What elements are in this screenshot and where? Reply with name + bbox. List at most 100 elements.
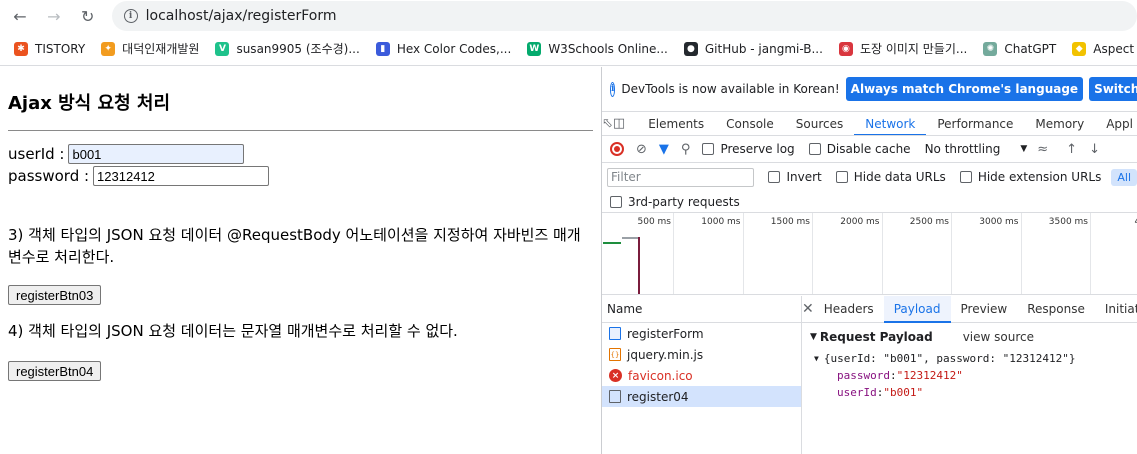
timeline-tick-label: 1500 ms: [770, 217, 810, 227]
bookmark-item[interactable]: ✱ TISTORY: [14, 41, 85, 56]
preserve-log-label: Preserve log: [720, 142, 795, 156]
record-icon[interactable]: [610, 142, 624, 156]
bookmark-item[interactable]: W W3Schools Online...: [527, 41, 668, 56]
devtools-tab[interactable]: Network: [854, 112, 927, 135]
register-btn-04[interactable]: registerBtn04: [8, 361, 102, 381]
bookmark-favicon-icon: ✦: [101, 41, 116, 56]
payload-title: Request Payload: [819, 330, 933, 344]
search-icon[interactable]: ⚲: [681, 142, 691, 157]
request-items: registerForm {} jquery.min.js × favicon.ico r…: [602, 323, 801, 407]
disable-cache-checkbox[interactable]: Disable cache: [808, 142, 911, 156]
password-input[interactable]: [93, 166, 270, 186]
register-btn-03[interactable]: registerBtn03: [8, 285, 102, 305]
payload-field: password: "12312412": [810, 367, 1137, 384]
filter-row: Filter Invert Hide data URLs Hide extens…: [602, 163, 1137, 191]
request-list: Name registerForm {} jquery.min.js × favicon…: [602, 296, 802, 454]
bookmark-label: susan9905 (조수경)...: [236, 42, 360, 56]
wifi-icon[interactable]: ≈: [1037, 142, 1048, 157]
timeline-tick: 3000 ms: [979, 213, 1022, 294]
timeline-marker: [638, 237, 640, 294]
invert-checkbox[interactable]: Invert: [768, 170, 822, 184]
forward-icon[interactable]: →: [40, 2, 68, 30]
devtools-tab[interactable]: Appl: [1095, 112, 1137, 135]
network-timeline: 500 ms 1000 ms 1500 ms 2000 ms 2500 ms 3000 m…: [602, 213, 1137, 295]
userid-input[interactable]: [68, 144, 245, 164]
payload-key: password: [837, 369, 890, 382]
name-column-header[interactable]: Name: [602, 296, 801, 323]
match-language-button[interactable]: Always match Chrome's language: [845, 77, 1084, 101]
detail-tab[interactable]: Payload: [883, 296, 951, 323]
filter-input[interactable]: Filter: [607, 167, 755, 187]
bookmark-label: ChatGPT: [1004, 41, 1057, 56]
close-icon[interactable]: ✕: [802, 301, 814, 317]
bookmark-label: W3Schools Online...: [548, 41, 668, 56]
inspect-icon[interactable]: ⬁: [602, 116, 613, 131]
detail-tab[interactable]: Response: [1017, 296, 1095, 323]
bookmark-favicon-icon: ▮: [375, 41, 390, 56]
throttling-select[interactable]: No throttling ▼: [925, 142, 1028, 156]
bookmarks-bar: ✱ TISTORY ✦ 대덕인재개발원 Vsusan9905 (조수경)... ▮ Hex …: [0, 32, 1137, 66]
payload-value: "b001": [883, 386, 924, 399]
document-icon: [609, 390, 621, 403]
devtools-tab[interactable]: Performance: [926, 112, 1024, 135]
devtools-tab[interactable]: Memory: [1024, 112, 1095, 135]
detail-tab-list: HeadersPayloadPreviewResponseInitiator: [814, 296, 1137, 323]
url-text: localhost/ajax/registerForm: [145, 8, 337, 24]
hide-ext-urls-checkbox[interactable]: Hide extension URLs: [959, 170, 1101, 184]
checkbox-icon: [702, 143, 715, 155]
payload-header[interactable]: ▼ Request Payload view source: [810, 330, 1137, 344]
userid-row: userId :: [8, 144, 245, 164]
third-party-label: 3rd-party requests: [628, 194, 740, 209]
bookmark-item[interactable]: ✦ 대덕인재개발원: [101, 40, 199, 57]
browser-toolbar: ← → ↻ i localhost/ajax/registerForm: [0, 0, 1137, 32]
payload-fields: password: "12312412" userId: "b001": [810, 367, 1137, 401]
detail-tab[interactable]: Initiator: [1095, 296, 1137, 323]
address-bar[interactable]: i localhost/ajax/registerForm: [111, 1, 1137, 31]
bookmark-item[interactable]: Vsusan9905 (조수경)...: [215, 40, 360, 57]
timeline-tick-label: 3500 ms: [1048, 217, 1088, 227]
disable-cache-label: Disable cache: [826, 142, 911, 156]
request-name: registerForm: [627, 326, 704, 341]
network-lower: Name registerForm {} jquery.min.js × favicon…: [602, 296, 1137, 454]
bookmark-item[interactable]: ◉ 도장 이미지 만들기...: [838, 40, 967, 57]
bookmark-item[interactable]: ◆ Aspect Ra: [1072, 41, 1137, 56]
back-icon[interactable]: ←: [6, 2, 34, 30]
third-party-checkbox[interactable]: 3rd-party requests: [610, 195, 740, 209]
request-row[interactable]: register04: [602, 386, 801, 407]
device-toggle-icon[interactable]: ◫: [613, 116, 625, 131]
bookmark-label: GitHub - jangmi-B...: [704, 41, 823, 56]
filter-icon[interactable]: ▼: [659, 142, 669, 157]
preserve-log-checkbox[interactable]: Preserve log: [702, 142, 795, 156]
document-icon: [609, 327, 621, 340]
request-row[interactable]: registerForm: [602, 323, 801, 344]
request-row[interactable]: {} jquery.min.js: [602, 344, 801, 365]
filter-all-button[interactable]: All: [1111, 168, 1137, 186]
clear-icon[interactable]: ⊘: [636, 142, 647, 157]
upload-icon[interactable]: ↑: [1066, 142, 1077, 157]
reload-icon[interactable]: ↻: [74, 2, 102, 30]
bookmark-item[interactable]: ▮ Hex Color Codes,...: [375, 41, 511, 56]
password-label: password :: [8, 167, 90, 185]
payload-section: ▼ Request Payload view source ▼ {userId:…: [802, 323, 1137, 401]
detail-tab[interactable]: Preview: [951, 296, 1018, 323]
hide-data-urls-checkbox[interactable]: Hide data URLs: [835, 170, 946, 184]
info-icon[interactable]: i: [123, 9, 138, 23]
payload-field: userId: "b001": [810, 384, 1137, 401]
invert-label: Invert: [786, 170, 822, 184]
devtools-tab[interactable]: Sources: [785, 112, 854, 135]
devtools-tab[interactable]: Console: [715, 112, 785, 135]
devtools-tab[interactable]: Elements: [637, 112, 715, 135]
detail-tab[interactable]: Headers: [814, 296, 884, 323]
request-row[interactable]: × favicon.ico: [602, 365, 801, 386]
bookmark-item[interactable]: ● GitHub - jangmi-B...: [683, 41, 823, 56]
payload-summary-row[interactable]: ▼ {userId: "b001", password: "12312412"}: [810, 350, 1137, 367]
userid-label: userId :: [8, 145, 65, 163]
checkbox-icon: [835, 171, 848, 183]
view-source-link[interactable]: view source: [963, 330, 1034, 344]
bookmark-item[interactable]: ✺ ChatGPT: [983, 41, 1057, 56]
download-icon[interactable]: ↓: [1089, 142, 1100, 157]
timeline-bar: [603, 242, 621, 244]
switch-language-button[interactable]: Switch DevTools to K: [1089, 77, 1137, 101]
timeline-tick-label: 2500 ms: [909, 217, 949, 227]
password-row: password :: [8, 166, 270, 186]
